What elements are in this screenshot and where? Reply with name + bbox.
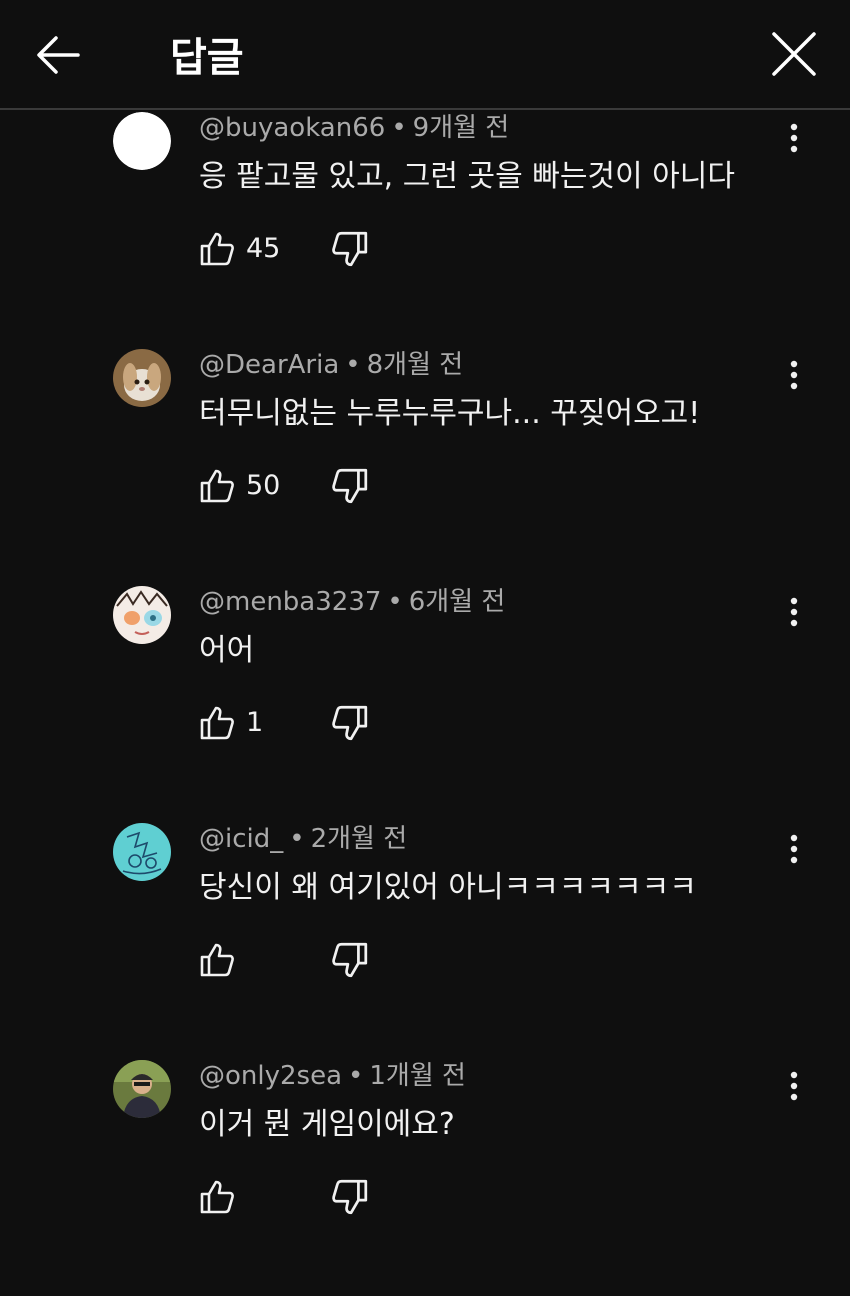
separator-dot: • [387, 587, 403, 617]
thumbs-down-icon [332, 1179, 368, 1215]
thumbs-up-icon [200, 469, 234, 503]
comment-item: @icid_ • 2개월 전 당신이 왜 여기있어 아니ㅋㅋㅋㅋㅋㅋㅋ [0, 823, 850, 1059]
thumbs-up-icon [200, 1180, 234, 1214]
avatar[interactable] [113, 349, 171, 407]
more-options-button[interactable] [776, 355, 812, 395]
avatar[interactable] [113, 112, 171, 170]
thumbs-down-icon [332, 942, 368, 978]
more-options-button[interactable] [776, 118, 812, 158]
separator-dot: • [391, 113, 407, 143]
like-count: 45 [246, 233, 281, 264]
comment-meta: @DearAria • 8개월 전 [199, 349, 463, 381]
header-bar: 답글 [0, 0, 850, 110]
thumbs-up-icon [200, 232, 234, 266]
comment-author[interactable]: @icid_ [199, 824, 283, 854]
more-options-button[interactable] [776, 829, 812, 869]
comment-meta: @only2sea • 1개월 전 [199, 1060, 466, 1092]
dislike-button[interactable] [330, 1176, 370, 1218]
more-vertical-icon [790, 1071, 798, 1101]
like-count: 50 [246, 470, 281, 501]
close-icon [772, 32, 816, 76]
separator-dot: • [348, 1061, 364, 1091]
comment-time: 2개월 전 [310, 824, 408, 854]
like-button[interactable]: 45 [198, 228, 280, 270]
comment-text: 당신이 왜 여기있어 아니ㅋㅋㅋㅋㅋㅋㅋ [199, 870, 697, 905]
avatar[interactable] [113, 586, 171, 644]
dislike-button[interactable] [330, 228, 370, 270]
close-button[interactable] [766, 26, 822, 82]
back-button[interactable] [30, 28, 86, 84]
thumbs-down-icon [332, 231, 368, 267]
comment-author[interactable]: @DearAria [199, 350, 339, 380]
thumbs-up-icon [200, 706, 234, 740]
comment-time: 1개월 전 [369, 1061, 466, 1091]
like-button[interactable]: 1 [198, 702, 263, 744]
like-count: 1 [246, 707, 264, 738]
thumbs-down-icon [332, 705, 368, 741]
thumbs-down-icon [332, 468, 368, 504]
dislike-button[interactable] [330, 465, 370, 507]
more-vertical-icon [790, 597, 798, 627]
comment-text: 응 팥고물 있고, 그런 곳을 빠는것이 아니다 [199, 159, 735, 194]
comment-meta: @buyaokan66 • 9개월 전 [199, 112, 509, 144]
comment-item: @DearAria • 8개월 전 터무니없는 누루누루구나... 꾸짖어오고! 5… [0, 349, 850, 585]
more-options-button[interactable] [776, 1066, 812, 1106]
more-options-button[interactable] [776, 592, 812, 632]
more-vertical-icon [790, 123, 798, 153]
comment-item: @only2sea • 1개월 전 이거 뭔 게임이에요? [0, 1060, 850, 1296]
comment-time: 8개월 전 [366, 350, 464, 380]
comment-meta: @icid_ • 2개월 전 [199, 823, 407, 855]
more-vertical-icon [790, 360, 798, 390]
comment-item: @buyaokan66 • 9개월 전 응 팥고물 있고, 그런 곳을 빠는것이 아… [0, 112, 850, 348]
like-button[interactable] [198, 1176, 246, 1218]
dislike-button[interactable] [330, 702, 370, 744]
arrow-left-icon [37, 36, 80, 74]
comment-author[interactable]: @buyaokan66 [199, 113, 385, 143]
comment-author[interactable]: @only2sea [199, 1061, 342, 1091]
avatar[interactable] [113, 823, 171, 881]
comment-time: 6개월 전 [408, 587, 506, 617]
avatar[interactable] [113, 1060, 171, 1118]
more-vertical-icon [790, 834, 798, 864]
page-title: 답글 [170, 35, 244, 81]
like-button[interactable]: 50 [198, 465, 280, 507]
comment-meta: @menba3237 • 6개월 전 [199, 586, 505, 618]
like-button[interactable] [198, 939, 246, 981]
comment-text: 어어 [199, 633, 255, 668]
dislike-button[interactable] [330, 939, 370, 981]
separator-dot: • [345, 350, 361, 380]
comment-text: 터무니없는 누루누루구나... 꾸짖어오고! [199, 396, 701, 431]
comment-author[interactable]: @menba3237 [199, 587, 381, 617]
comment-item: @menba3237 • 6개월 전 어어 1 [0, 586, 850, 822]
thumbs-up-icon [200, 943, 234, 977]
comment-time: 9개월 전 [412, 113, 510, 143]
separator-dot: • [289, 824, 305, 854]
comment-text: 이거 뭔 게임이에요? [199, 1107, 455, 1142]
